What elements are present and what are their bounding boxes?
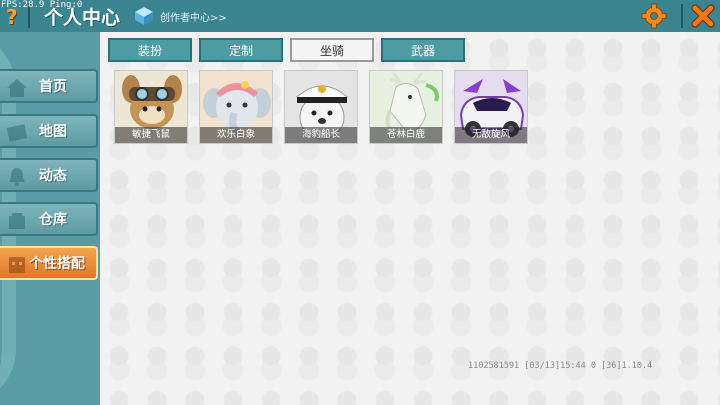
mount-card[interactable]: 苍林白鹿	[369, 70, 443, 144]
sidebar-item-feed[interactable]: 动态	[0, 158, 98, 192]
mount-name: 欢乐白象	[200, 127, 272, 143]
mount-card[interactable]: 海豹船长	[284, 70, 358, 144]
mount-card[interactable]: 欢乐白象	[199, 70, 273, 144]
mount-card[interactable]: 敏捷飞鼠	[114, 70, 188, 144]
avatar-icon	[9, 257, 25, 273]
mount-card[interactable]: 无敌旋风	[454, 70, 528, 144]
sidebar-item-outfit[interactable]: 个性搭配	[0, 246, 98, 280]
sidebar-item-label: 首页	[39, 79, 67, 95]
gear-icon[interactable]	[640, 3, 668, 29]
tab-costume[interactable]: 装扮	[108, 38, 192, 62]
sidebar-item-warehouse[interactable]: 仓库	[0, 202, 98, 236]
build-info: 1102581591 [03/13]15:44 0 [36]1.10.4	[468, 361, 653, 371]
home-icon	[7, 79, 27, 97]
mount-list: 敏捷飞鼠 欢乐白象 海豹船长 苍林白鹿 无敌旋风	[114, 70, 539, 144]
mount-name: 苍林白鹿	[370, 127, 442, 143]
content-panel: 装扮 定制 坐骑 武器 敏捷飞鼠 欢乐白象 海豹船长 苍林白鹿 无敌旋风	[100, 32, 720, 405]
sidebar-item-label: 动态	[39, 168, 67, 184]
tab-mounts[interactable]: 坐骑	[290, 38, 374, 62]
package-icon	[9, 213, 25, 229]
fps-readout: FPS:28.9 Ping:0	[1, 0, 83, 10]
map-icon	[6, 124, 28, 142]
bell-icon	[9, 168, 25, 186]
tab-custom[interactable]: 定制	[199, 38, 283, 62]
sidebar-item-map[interactable]: 地图	[0, 114, 98, 148]
mount-name: 敏捷飞鼠	[115, 127, 187, 143]
sidebar-item-label: 地图	[39, 124, 67, 140]
tab-weapons[interactable]: 武器	[381, 38, 465, 62]
cube-icon	[135, 7, 153, 25]
divider	[681, 4, 683, 28]
creator-center-label: 创作者中心>>	[160, 12, 227, 24]
creator-center-button[interactable]: 创作者中心>>	[134, 5, 227, 27]
sidebar-item-home[interactable]: 首页	[0, 69, 98, 103]
mount-name: 无敌旋风	[455, 127, 527, 143]
close-icon[interactable]	[688, 3, 718, 29]
tab-bar: 装扮 定制 坐骑 武器	[108, 38, 472, 62]
mount-name: 海豹船长	[285, 127, 357, 143]
top-bar: FPS:28.9 Ping:0 ? 个人中心 创作者中心>>	[0, 0, 720, 32]
sidebar-item-label: 仓库	[39, 212, 67, 228]
